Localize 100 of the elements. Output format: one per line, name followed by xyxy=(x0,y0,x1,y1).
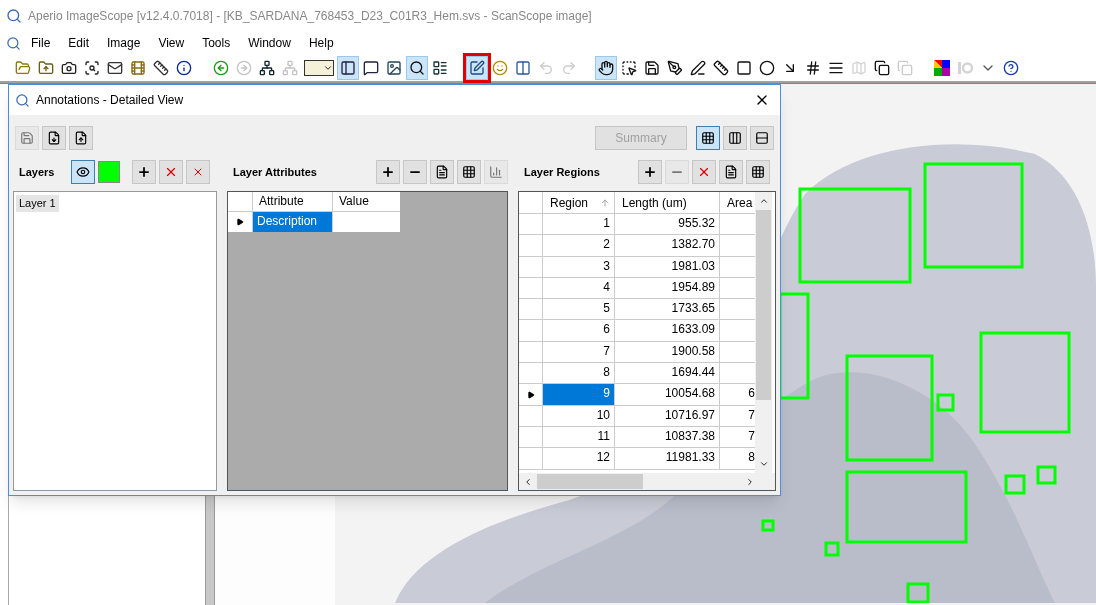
table-cell[interactable]: 955.32 xyxy=(615,214,720,236)
table-cell[interactable]: 1900.58 xyxy=(615,341,720,364)
iq-logo-icon xyxy=(957,59,973,76)
grid-button[interactable] xyxy=(457,160,481,184)
copy-icon xyxy=(897,59,913,76)
file-up-icon xyxy=(74,131,88,145)
layer-color-swatch[interactable] xyxy=(98,161,121,183)
add-attribute-button[interactable] xyxy=(376,160,400,184)
current-row-icon xyxy=(526,390,535,399)
face-icon xyxy=(492,59,508,76)
sort-ascending-icon xyxy=(600,197,610,208)
import-button[interactable] xyxy=(42,126,66,150)
remove-attribute-button[interactable] xyxy=(403,160,427,184)
rows-icon xyxy=(755,131,769,145)
ruler-icon xyxy=(153,59,169,76)
table-cell[interactable]: 3 xyxy=(543,256,615,278)
column-header[interactable]: Length (um) xyxy=(615,192,720,214)
app-logo-icon xyxy=(15,92,30,108)
menu-item[interactable]: Help xyxy=(300,34,342,52)
ruler-icon xyxy=(713,59,729,76)
table-cell[interactable]: 7 xyxy=(748,428,755,443)
table-cell[interactable]: 7 xyxy=(543,341,615,364)
pen-icon xyxy=(690,59,706,76)
columns-view-button[interactable] xyxy=(723,126,747,150)
add-region-button[interactable] xyxy=(638,160,662,184)
scroll-down-icon xyxy=(758,459,769,469)
tree-icon xyxy=(259,59,275,76)
scroll-left-icon xyxy=(523,476,533,487)
delete-layer-button[interactable] xyxy=(159,160,184,184)
table-cell[interactable]: 1733.65 xyxy=(615,299,720,321)
search-icon xyxy=(409,59,425,76)
redo-icon xyxy=(561,59,577,76)
table-cell[interactable]: 10 xyxy=(543,405,615,427)
table-cell[interactable]: 1633.09 xyxy=(615,320,720,342)
copy-icon xyxy=(874,59,890,76)
table-cell[interactable]: 1382.70 xyxy=(615,235,720,257)
panel-icon xyxy=(340,59,356,76)
columns-icon xyxy=(728,131,742,145)
visibility-toggle[interactable] xyxy=(71,160,96,184)
table-cell[interactable]: 10837.38 xyxy=(615,426,720,449)
help-icon xyxy=(1003,59,1019,76)
table-cell[interactable]: 1694.44 xyxy=(615,363,720,385)
notes-button[interactable] xyxy=(719,160,743,184)
window-title: Aperio ImageScope [v12.4.0.7018] - [KB_SARDANA_768453_D23_C01R3_Hem.svs - ScanScope image] xyxy=(28,8,592,25)
column-header[interactable]: Region xyxy=(543,192,615,214)
camera-icon xyxy=(61,59,77,76)
save-selection-icon xyxy=(644,59,660,76)
delete-region-button[interactable] xyxy=(692,160,716,184)
dialog-title: Annotations - Detailed View xyxy=(36,92,184,109)
table-cell[interactable]: 10716.97 xyxy=(615,405,720,427)
toolbar-button[interactable] xyxy=(337,55,359,80)
undo-icon xyxy=(538,59,554,76)
table-cell[interactable]: 11 xyxy=(543,426,615,449)
camera-search-icon xyxy=(84,59,100,76)
map-icon xyxy=(851,59,867,76)
line-style-swatch xyxy=(304,59,334,76)
table-cell[interactable]: 6 xyxy=(748,386,755,401)
menu-item[interactable]: Window xyxy=(240,34,299,52)
notes-button[interactable] xyxy=(430,160,454,184)
panel-heading: Layers xyxy=(19,164,55,180)
toolbar-button[interactable] xyxy=(595,55,617,80)
table-cell[interactable]: 6 xyxy=(543,320,615,342)
menu-item[interactable]: Image xyxy=(99,34,149,52)
ellipse-icon xyxy=(759,59,775,76)
table-cell[interactable]: 1981.03 xyxy=(615,256,720,278)
app-logo-icon xyxy=(6,35,21,51)
export-button[interactable] xyxy=(69,126,93,150)
menu-item[interactable]: Tools xyxy=(194,34,239,52)
table-cell[interactable]: 12 xyxy=(543,448,615,470)
table-cell[interactable]: 1 xyxy=(543,214,615,236)
menu-item[interactable]: File xyxy=(23,34,59,52)
image-icon xyxy=(386,59,402,76)
hash-icon xyxy=(805,59,821,76)
toolbar-button[interactable] xyxy=(406,55,428,80)
rows-view-button[interactable] xyxy=(750,126,774,150)
table-cell[interactable]: 8 xyxy=(748,450,755,465)
grid-view-button[interactable] xyxy=(696,126,720,150)
panel-heading: Layer Attributes xyxy=(233,164,317,180)
color-wheel-icon xyxy=(934,59,950,76)
table-cell[interactable]: 2 xyxy=(543,235,615,257)
vertical-scrollbar[interactable] xyxy=(755,192,772,473)
annotation-rectangle[interactable] xyxy=(778,292,810,400)
menu-item[interactable]: Edit xyxy=(60,34,98,52)
table-cell[interactable]: 1954.89 xyxy=(615,277,720,300)
table-cell[interactable]: 5 xyxy=(543,299,615,321)
table-cell[interactable]: 4 xyxy=(543,277,615,300)
table-cell[interactable]: 7 xyxy=(748,407,755,422)
grid-button[interactable] xyxy=(746,160,770,184)
table-cell[interactable]: 9 xyxy=(543,384,615,406)
table-cell[interactable]: 10054.68 xyxy=(615,384,720,406)
layer-item[interactable]: Layer 1 xyxy=(16,195,59,212)
horizontal-scrollbar[interactable] xyxy=(519,473,775,490)
add-layer-button[interactable] xyxy=(132,160,157,184)
plus-icon xyxy=(381,165,395,179)
select-icon xyxy=(621,59,637,76)
toolbar-button[interactable] xyxy=(466,55,488,80)
menu-item[interactable]: View xyxy=(150,34,193,52)
table-cell[interactable]: 11981.33 xyxy=(615,448,720,470)
table-cell[interactable]: Description xyxy=(253,212,333,232)
list-panel-icon xyxy=(432,59,448,76)
